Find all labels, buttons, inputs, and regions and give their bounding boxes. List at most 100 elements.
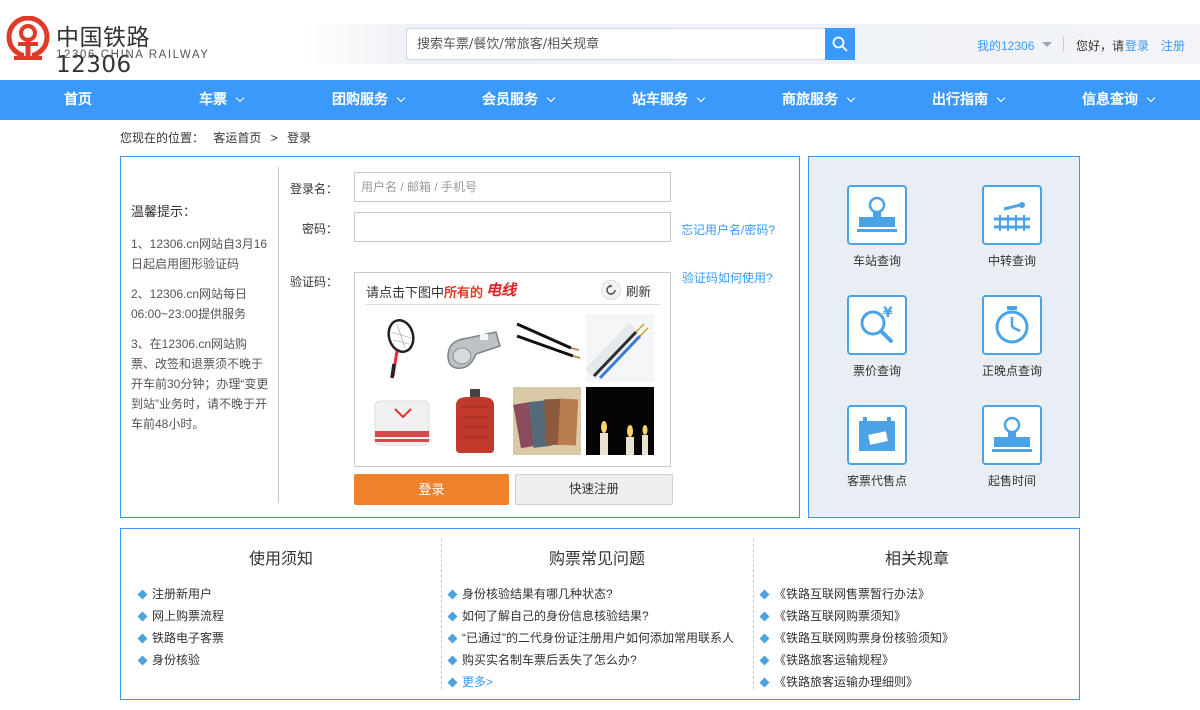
captcha-image-leather-swatches[interactable] [513,387,581,455]
breadcrumb-home[interactable]: 客运首页 [213,131,261,145]
usage-column: 使用须知 注册新用户 网上购票流程 铁路电子客票 身份核验 [121,529,441,701]
forgot-password-link[interactable]: 忘记用户名/密码? [681,221,775,238]
bullet-icon [137,611,148,621]
quick-link-label: 正晚点查询 [981,364,1042,378]
usage-link[interactable]: 身份核验 [137,649,224,671]
station-icon [847,185,907,245]
nav-item-home[interactable]: 首页 [64,80,92,120]
chevron-down-icon [1146,93,1156,103]
captcha-refresh-button[interactable]: 刷新 [601,279,651,301]
info-panel: 使用须知 注册新用户 网上购票流程 铁路电子客票 身份核验 购票常见问题 身份核… [120,528,1080,700]
rules-link[interactable]: 《铁路互联网售票暂行办法》 [759,583,954,605]
rules-link[interactable]: 《铁路互联网购票须知》 [759,605,954,627]
password-label: 密码： [301,222,338,236]
bullet-icon [447,611,458,621]
faq-list: 身份核验结果有哪几种状态? 如何了解自己的身份信息核验结果? “已通过”的二代身… [447,583,734,693]
faq-more-link[interactable]: 更多> [447,671,734,693]
quick-link-fare[interactable]: ¥ 票价查询 [827,295,927,379]
quick-link-transfer[interactable]: 中转查询 [962,185,1062,269]
my12306-link[interactable]: 我的12306 [977,37,1034,54]
chevron-down-icon [235,93,245,103]
bullet-icon [447,589,458,599]
chevron-down-icon [546,93,556,103]
quick-links-panel: 车站查询 中转查询 ¥ 票价查询 正晚点查询 客票代售点 起售时间 [808,156,1080,518]
captcha-prompt-prefix: 请点击下图中 [366,285,445,300]
username-input[interactable] [355,173,670,201]
bullet-icon [447,677,458,687]
nav-label: 会员服务 [482,92,538,108]
nav-item-member[interactable]: 会员服务 [482,80,556,120]
quick-link-delay[interactable]: 正晚点查询 [962,295,1062,379]
rules-column: 相关规章 《铁路互联网售票暂行办法》 《铁路互联网购票须知》 《铁路互联网购票身… [753,529,1081,701]
captcha-help-link[interactable]: 验证码如何使用? [682,269,773,286]
nav-label: 车票 [199,92,227,108]
rules-link[interactable]: 《铁路旅客运输办理细则》 [759,671,954,693]
faq-link[interactable]: 如何了解自己的身份信息核验结果? [447,605,734,627]
quick-link-agent[interactable]: 客票代售点 [827,405,927,489]
bullet-icon [759,611,770,621]
login-panel: 温馨提示： 1、12306.cn网站自3月16日起启用图形验证码 2、12306… [120,156,800,518]
faq-link[interactable]: 购买实名制车票后丢失了怎么办? [447,649,734,671]
captcha-label: 验证码： [289,275,338,289]
logo[interactable]: 中国铁路12306 12306 CHINA RAILWAY [6,16,216,78]
captcha-image-hot-water-bottle[interactable] [440,387,508,455]
usage-link[interactable]: 铁路电子客票 [137,627,224,649]
nav-item-guide[interactable]: 出行指南 [932,80,1006,120]
railway-logo-icon [6,16,50,62]
chevron-down-icon [996,93,1006,103]
nav-item-info[interactable]: 信息查询 [1082,80,1156,120]
nav-label: 信息查询 [1082,92,1138,108]
link-text: 《铁路旅客运输办理细则》 [774,675,919,689]
captcha-image-tennis-racket[interactable] [367,314,435,382]
search-icon [832,36,848,52]
link-text: 身份核验结果有哪几种状态? [462,587,613,601]
usage-list: 注册新用户 网上购票流程 铁路电子客票 身份核验 [137,583,224,671]
tip-item: 3、在12306.cn网站购票、改签和退票须不晚于开车前30分钟；办理“变更到站… [131,337,269,431]
vertical-divider [278,167,279,503]
quick-link-label: 中转查询 [987,254,1036,268]
breadcrumb-separator: > [270,131,278,145]
captcha-image-whistle[interactable] [440,314,508,382]
transfer-icon [982,185,1042,245]
greeting-text: 您好，请 [1076,39,1125,53]
quick-register-button[interactable]: 快速注册 [515,474,673,505]
nav-item-group[interactable]: 团购服务 [332,80,406,120]
refresh-label: 刷新 [626,284,652,299]
quick-link-label: 起售时间 [987,474,1036,488]
rules-title: 相关规章 [884,549,949,568]
chevron-down-icon [846,93,856,103]
captcha-image-electric-wire[interactable] [586,314,654,382]
usage-link[interactable]: 注册新用户 [137,583,224,605]
link-text: 如何了解自己的身份信息核验结果? [462,609,649,623]
header-login-link[interactable]: 登录 [1125,37,1149,54]
header-register-link[interactable]: 注册 [1161,37,1185,54]
nav-item-tickets[interactable]: 车票 [199,80,245,120]
password-input[interactable] [355,213,670,241]
captcha-image-headband[interactable] [367,387,435,455]
nav-item-business[interactable]: 商旅服务 [782,80,856,120]
refresh-icon [601,280,621,300]
logo-subtitle: 12306 CHINA RAILWAY [56,49,210,61]
bullet-icon [759,677,770,687]
caret-down-icon[interactable] [1042,42,1052,47]
nav-label: 出行指南 [932,92,988,108]
quick-link-sale-time[interactable]: 起售时间 [962,405,1062,489]
faq-link[interactable]: “已通过”的二代身份证注册用户如何添加常用联系人 [447,627,734,649]
rules-link[interactable]: 《铁路互联网购票身份核验须知》 [759,627,954,649]
faq-link[interactable]: 身份核验结果有哪几种状态? [447,583,734,605]
usage-link[interactable]: 网上购票流程 [137,605,224,627]
quick-link-station[interactable]: 车站查询 [827,185,927,269]
bullet-icon [137,655,148,665]
login-button[interactable]: 登录 [354,474,509,505]
search-button[interactable] [825,28,855,60]
captcha-image-electric-wire[interactable] [513,314,581,382]
link-text: 铁路电子客票 [152,631,225,645]
captcha-image-candles[interactable] [586,387,654,455]
captcha-prompt-highlight: 所有的 [444,285,484,300]
search-input[interactable] [407,29,825,59]
link-text: 《铁路互联网售票暂行办法》 [774,587,931,601]
bullet-icon [137,633,148,643]
nav-item-station[interactable]: 站车服务 [632,80,706,120]
rules-link[interactable]: 《铁路旅客运输规程》 [759,649,954,671]
captcha-target-word: 电线 [486,281,517,299]
